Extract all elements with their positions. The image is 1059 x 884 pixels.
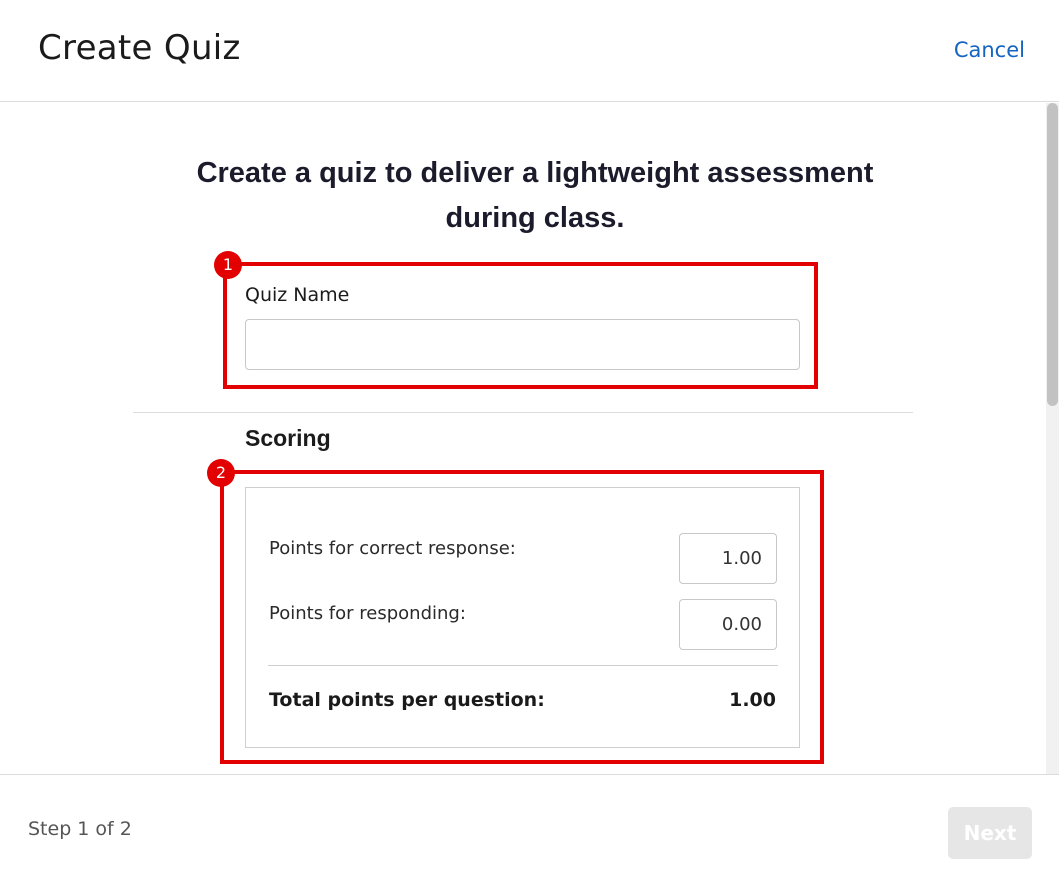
scoring-title: Scoring (245, 425, 331, 451)
scoring-panel: Points for correct response: Points for … (245, 487, 800, 748)
annotation-badge-1: 1 (214, 251, 242, 279)
section-divider (133, 412, 913, 413)
scoring-divider (268, 665, 778, 666)
quiz-name-input[interactable] (245, 319, 800, 370)
quiz-name-label: Quiz Name (245, 284, 350, 306)
annotation-badge-2: 2 (207, 459, 235, 487)
intro-text: Create a quiz to deliver a lightweight a… (196, 157, 874, 234)
scrollbar[interactable] (1046, 103, 1059, 774)
correct-response-label: Points for correct response: (269, 538, 516, 559)
responding-label: Points for responding: (269, 603, 466, 624)
total-points-value: 1.00 (729, 689, 776, 711)
dialog-footer: Step 1 of 2 Next (0, 774, 1059, 884)
next-button[interactable]: Next (948, 807, 1032, 859)
responding-points-input[interactable] (679, 599, 777, 650)
dialog-body: Create a quiz to deliver a lightweight a… (0, 103, 1046, 774)
dialog-header: Create Quiz Cancel (0, 0, 1059, 102)
total-points-label: Total points per question: (269, 689, 545, 711)
scrollbar-thumb[interactable] (1047, 103, 1058, 406)
correct-points-input[interactable] (679, 533, 777, 584)
page-title: Create Quiz (38, 28, 241, 68)
cancel-link[interactable]: Cancel (954, 38, 1025, 62)
step-indicator: Step 1 of 2 (28, 818, 132, 840)
